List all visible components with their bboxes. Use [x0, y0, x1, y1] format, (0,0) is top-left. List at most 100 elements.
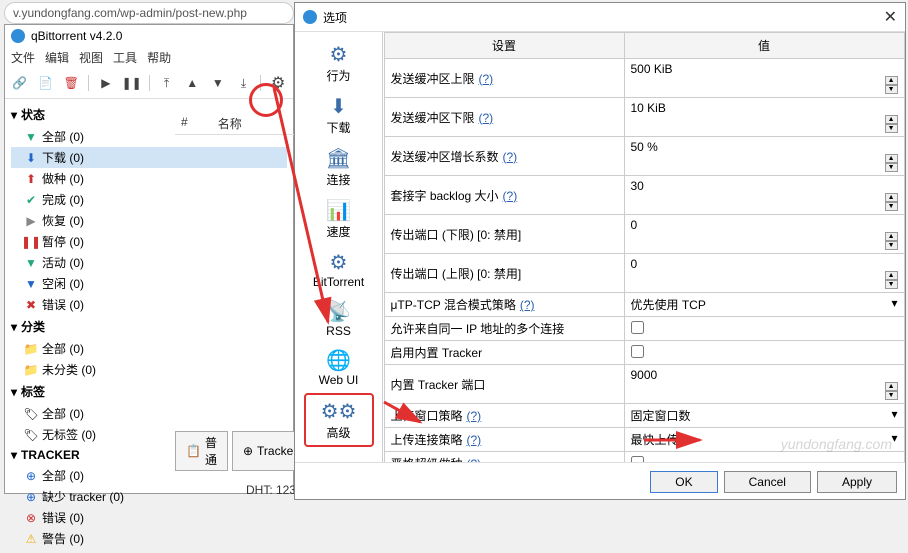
- connection-icon: 🏛: [326, 146, 351, 171]
- setting-value[interactable]: ▲▼: [624, 137, 904, 176]
- setting-row: μTP-TCP 混合模式策略(?)优先使用 TCP▾: [384, 293, 904, 317]
- opt-cat-download[interactable]: ⬇下载: [304, 90, 374, 140]
- status-active[interactable]: ▼活动 (0): [11, 252, 287, 273]
- col-index[interactable]: #: [181, 115, 188, 132]
- spinner-input[interactable]: [631, 62, 898, 76]
- status-seeding[interactable]: ⬆做种 (0): [11, 168, 287, 189]
- th-setting: 设置: [384, 33, 624, 59]
- status-error[interactable]: ✖错误 (0): [11, 294, 287, 315]
- setting-value[interactable]: ▲▼: [624, 176, 904, 215]
- opt-cat-connection[interactable]: 🏛连接: [304, 142, 374, 192]
- category-uncat[interactable]: 📁未分类 (0): [11, 359, 287, 380]
- globe-icon: 🌐: [326, 348, 351, 373]
- opt-cat-speed[interactable]: 📊速度: [304, 194, 374, 244]
- setting-value[interactable]: ▲▼: [624, 365, 904, 404]
- checkbox-input[interactable]: [631, 321, 644, 334]
- close-icon[interactable]: ✕: [884, 7, 897, 27]
- status-idle[interactable]: ▼空闲 (0): [11, 273, 287, 294]
- options-main: 设置值 发送缓冲区上限(?)▲▼发送缓冲区下限(?)▲▼发送缓冲区增长系数(?)…: [383, 32, 905, 462]
- category-header[interactable]: ▾分类: [11, 315, 287, 338]
- options-icon: [303, 10, 317, 24]
- setting-label: 发送缓冲区下限(?): [384, 98, 624, 137]
- help-link[interactable]: (?): [479, 111, 494, 125]
- delete-icon[interactable]: 🗑: [62, 74, 80, 92]
- col-name[interactable]: 名称: [218, 115, 242, 132]
- setting-row: 发送缓冲区增长系数(?) ▲▼: [384, 137, 904, 176]
- opt-cat-bittorrent[interactable]: ⚙BitTorrent: [304, 246, 374, 293]
- opt-cat-behavior[interactable]: ⚙行为: [304, 38, 374, 88]
- app-title: qBittorrent v4.2.0: [31, 29, 122, 43]
- status-resumed[interactable]: ▶恢复 (0): [11, 210, 287, 231]
- spinner-buttons[interactable]: ▲▼: [885, 115, 898, 133]
- chevron-down-icon: ▾: [891, 296, 897, 310]
- url-bar[interactable]: v.yundongfang.com/wp-admin/post-new.php: [4, 2, 294, 24]
- tracker-error[interactable]: ⊗错误 (0): [11, 507, 287, 528]
- spinner-input[interactable]: [631, 179, 898, 193]
- options-sidebar: ⚙行为 ⬇下载 🏛连接 📊速度 ⚙BitTorrent 📡RSS 🌐Web UI…: [295, 32, 383, 462]
- setting-value[interactable]: 固定窗口数▾: [624, 404, 904, 428]
- help-link[interactable]: (?): [503, 150, 518, 164]
- add-link-icon[interactable]: 🔗: [11, 74, 29, 92]
- spinner-input[interactable]: [631, 368, 898, 382]
- spinner-buttons[interactable]: ▲▼: [885, 271, 898, 289]
- down-icon[interactable]: ▼: [209, 74, 227, 92]
- setting-value[interactable]: ▲▼: [624, 254, 904, 293]
- menu-edit[interactable]: 编辑: [45, 49, 69, 66]
- setting-value[interactable]: ▲▼: [624, 59, 904, 98]
- status-paused[interactable]: ❚❚暂停 (0): [11, 231, 287, 252]
- spinner-input[interactable]: [631, 140, 898, 154]
- ok-button[interactable]: OK: [650, 471, 717, 493]
- spinner-input[interactable]: [631, 257, 898, 271]
- tags-all[interactable]: 🏷全部 (0): [11, 403, 287, 424]
- spinner-buttons[interactable]: ▲▼: [885, 154, 898, 172]
- bottom-icon[interactable]: ⤓: [235, 74, 253, 92]
- top-icon[interactable]: ⤒: [158, 74, 176, 92]
- tags-header[interactable]: ▾标签: [11, 380, 287, 403]
- settings-icon[interactable]: ⚙: [269, 74, 287, 92]
- setting-value[interactable]: ▲▼: [624, 215, 904, 254]
- spinner-buttons[interactable]: ▲▼: [885, 232, 898, 250]
- category-all[interactable]: 📁全部 (0): [11, 338, 287, 359]
- checkbox-input[interactable]: [631, 456, 644, 463]
- status-downloading[interactable]: ⬇下载 (0): [11, 147, 287, 168]
- spinner-buttons[interactable]: ▲▼: [885, 193, 898, 211]
- spinner-input[interactable]: [631, 101, 898, 115]
- setting-value[interactable]: ▲▼: [624, 98, 904, 137]
- setting-value[interactable]: 优先使用 TCP▾: [624, 293, 904, 317]
- menu-file[interactable]: 文件: [11, 49, 35, 66]
- help-link[interactable]: (?): [503, 189, 518, 203]
- status-completed[interactable]: ✔完成 (0): [11, 189, 287, 210]
- apply-button[interactable]: Apply: [817, 471, 897, 493]
- up-icon[interactable]: ▲: [183, 74, 201, 92]
- setting-label: 发送缓冲区增长系数(?): [384, 137, 624, 176]
- opt-cat-rss[interactable]: 📡RSS: [304, 295, 374, 342]
- setting-row: 允许来自同一 IP 地址的多个连接: [384, 317, 904, 341]
- help-link[interactable]: (?): [467, 457, 482, 462]
- setting-label: 内置 Tracker 端口: [384, 365, 624, 404]
- menu-view[interactable]: 视图: [79, 49, 103, 66]
- cancel-button[interactable]: Cancel: [724, 471, 811, 493]
- help-link[interactable]: (?): [479, 72, 494, 86]
- help-link[interactable]: (?): [520, 298, 535, 312]
- opt-cat-webui[interactable]: 🌐Web UI: [304, 344, 374, 391]
- play-icon[interactable]: ▶: [97, 74, 115, 92]
- spinner-buttons[interactable]: ▲▼: [885, 76, 898, 94]
- help-link[interactable]: (?): [467, 409, 482, 423]
- options-title: 选项: [323, 9, 347, 26]
- add-file-icon[interactable]: 📄: [37, 74, 55, 92]
- help-link[interactable]: (?): [467, 433, 482, 447]
- tracker-warning[interactable]: ⚠警告 (0): [11, 528, 287, 549]
- setting-value[interactable]: [624, 317, 904, 341]
- setting-value[interactable]: [624, 341, 904, 365]
- opt-cat-advanced[interactable]: ⚙⚙高级: [304, 393, 374, 447]
- pause-icon[interactable]: ❚❚: [123, 74, 141, 92]
- menu-help[interactable]: 帮助: [147, 49, 171, 66]
- menu-tools[interactable]: 工具: [113, 49, 137, 66]
- bittorrent-icon: ⚙: [330, 250, 348, 275]
- spinner-buttons[interactable]: ▲▼: [885, 382, 898, 400]
- tab-general[interactable]: 📋普通: [175, 431, 228, 471]
- setting-value[interactable]: [624, 452, 904, 463]
- options-title-bar: 选项 ✕: [295, 3, 905, 32]
- checkbox-input[interactable]: [631, 345, 644, 358]
- spinner-input[interactable]: [631, 218, 898, 232]
